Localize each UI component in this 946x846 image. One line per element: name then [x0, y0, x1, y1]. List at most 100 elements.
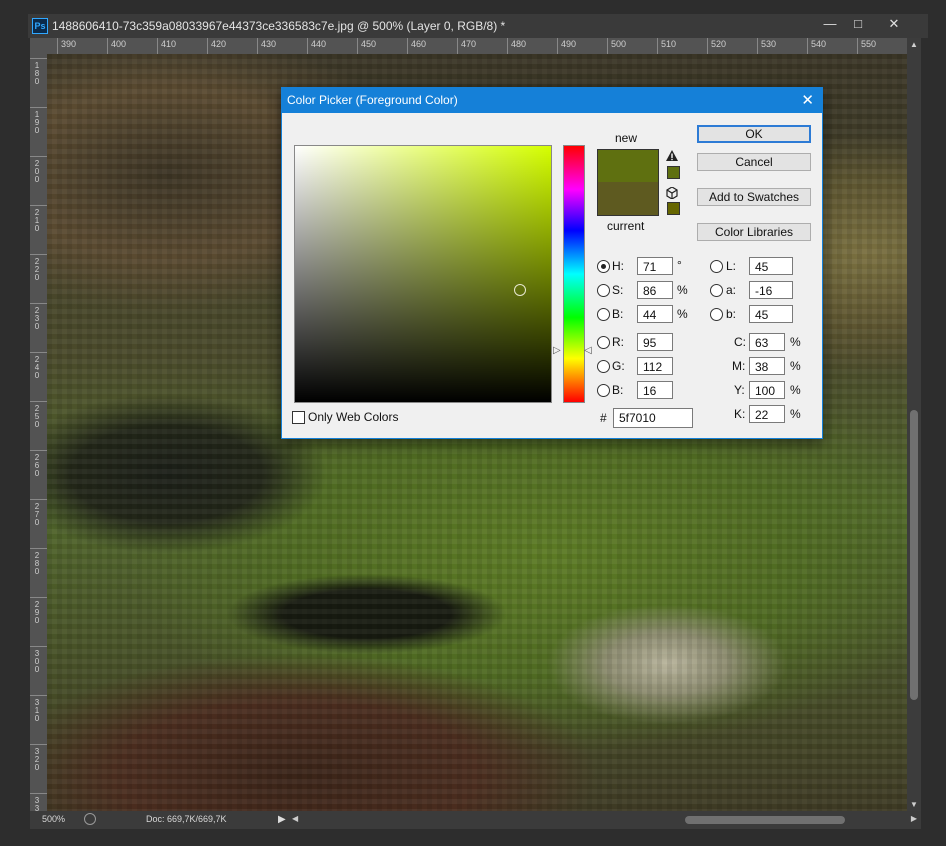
- lab-a-input[interactable]: -16: [749, 281, 793, 299]
- ruler-top-label: 490: [561, 39, 577, 49]
- ruler-top-tick: [307, 38, 308, 54]
- lab-l-input[interactable]: 45: [749, 257, 793, 275]
- ruler-top-label: 420: [211, 39, 227, 49]
- green-input[interactable]: 112: [637, 357, 673, 375]
- zoom-level[interactable]: 500%: [42, 814, 65, 824]
- ruler-top-tick: [107, 38, 108, 54]
- brightness-radio[interactable]: [597, 308, 610, 321]
- hue-radio[interactable]: [597, 260, 610, 273]
- current-color-label: current: [607, 219, 645, 233]
- ruler-top-label: 410: [161, 39, 177, 49]
- document-title: 1488606410-73c359a08033967e44373ce336583…: [52, 19, 506, 33]
- status-menu-arrow-icon[interactable]: ▶: [278, 814, 286, 825]
- horizontal-scrollbar[interactable]: ▶ ◀ ▶: [278, 811, 921, 829]
- lab-b-label: b:: [726, 307, 737, 321]
- lab-b-radio[interactable]: [710, 308, 723, 321]
- saturation-unit: %: [677, 283, 688, 297]
- hue-unit: °: [677, 258, 682, 272]
- ruler-top-label: 480: [511, 39, 527, 49]
- brightness-label: B:: [612, 307, 624, 321]
- hue-slider-left-arrow-icon[interactable]: ▷: [553, 345, 561, 356]
- horizontal-ruler[interactable]: 390 400 410 420 430 440 450 460 470 480 490 500 510 5…: [47, 38, 907, 54]
- yellow-input[interactable]: 100: [749, 381, 785, 399]
- dialog-close-icon[interactable]: ✕: [801, 91, 814, 109]
- ruler-top-label: 520: [711, 39, 727, 49]
- restore-icon[interactable]: □: [844, 14, 872, 34]
- green-radio[interactable]: [597, 360, 610, 373]
- hue-slider[interactable]: [563, 145, 585, 403]
- cyan-label: C:: [734, 335, 746, 349]
- ruler-left-tick: [30, 156, 47, 157]
- web-safe-cube-icon[interactable]: [666, 186, 678, 200]
- cyan-input[interactable]: 63: [749, 333, 785, 351]
- lab-l-radio[interactable]: [710, 260, 723, 273]
- ruler-left-tick: [30, 401, 47, 402]
- only-web-colors-checkbox[interactable]: [292, 411, 305, 424]
- hue-label: H:: [612, 259, 624, 273]
- saturation-input[interactable]: 86: [637, 281, 673, 299]
- ok-button[interactable]: OK: [697, 125, 811, 143]
- ruler-left-tick: [30, 352, 47, 353]
- ruler-top-tick: [857, 38, 858, 54]
- only-web-colors-label: Only Web Colors: [308, 410, 399, 424]
- ruler-corner[interactable]: [30, 38, 47, 54]
- add-to-swatches-button[interactable]: Add to Swatches: [697, 188, 811, 206]
- black-input[interactable]: 22: [749, 405, 785, 423]
- vertical-ruler[interactable]: 180 190 200 210 220 230 240 250 260 270 280 290 300 3…: [30, 54, 47, 811]
- hex-input[interactable]: 5f7010: [613, 408, 693, 428]
- web-safe-color-swatch[interactable]: [667, 202, 680, 215]
- gamut-color-swatch[interactable]: [667, 166, 680, 179]
- color-field-marker[interactable]: [514, 284, 526, 296]
- current-color-swatch[interactable]: [597, 182, 659, 216]
- yellow-unit: %: [790, 383, 801, 397]
- red-radio[interactable]: [597, 336, 610, 349]
- ruler-top-tick: [157, 38, 158, 54]
- ruler-left-label: 200: [34, 159, 40, 184]
- ruler-left-tick: [30, 205, 47, 206]
- red-input[interactable]: 95: [637, 333, 673, 351]
- black-label: K:: [734, 407, 746, 421]
- lab-a-radio[interactable]: [710, 284, 723, 297]
- ruler-left-tick: [30, 744, 47, 745]
- ruler-top-label: 500: [611, 39, 627, 49]
- vertical-scrollbar[interactable]: ▲ ▼: [907, 38, 921, 811]
- blue-input[interactable]: 16: [637, 381, 673, 399]
- magenta-input[interactable]: 38: [749, 357, 785, 375]
- magenta-label: M:: [732, 359, 746, 373]
- scroll-up-icon[interactable]: ▲: [910, 40, 918, 49]
- horizontal-scroll-thumb[interactable]: [685, 816, 845, 824]
- hue-input[interactable]: 71: [637, 257, 673, 275]
- ruler-top-label: 540: [811, 39, 827, 49]
- close-icon[interactable]: ✕: [880, 14, 908, 34]
- ruler-left-label: 180: [34, 61, 40, 86]
- minimize-icon[interactable]: —: [816, 14, 844, 34]
- photoshop-app-icon: Ps: [32, 18, 48, 34]
- scroll-right-icon[interactable]: ▶: [911, 814, 917, 823]
- ruler-top-tick: [757, 38, 758, 54]
- green-label: G:: [612, 359, 625, 373]
- ruler-top-label: 470: [461, 39, 477, 49]
- ruler-top-label: 550: [861, 39, 877, 49]
- status-info-icon[interactable]: [84, 813, 96, 825]
- new-color-label: new: [615, 131, 638, 145]
- color-picker-dialog: Color Picker (Foreground Color) ✕ ▷ ◁ ne…: [281, 87, 823, 439]
- lab-b-input[interactable]: 45: [749, 305, 793, 323]
- color-libraries-button[interactable]: Color Libraries: [697, 223, 811, 241]
- ruler-top-label: 390: [61, 39, 77, 49]
- scroll-left-icon[interactable]: ◀: [292, 814, 298, 823]
- scroll-down-icon[interactable]: ▼: [910, 800, 918, 809]
- ruler-left-label: 310: [34, 698, 40, 723]
- out-of-gamut-warning-icon[interactable]: [666, 149, 678, 161]
- brightness-input[interactable]: 44: [637, 305, 673, 323]
- vertical-scroll-thumb[interactable]: [910, 410, 918, 700]
- cancel-button[interactable]: Cancel: [697, 153, 811, 171]
- saturation-radio[interactable]: [597, 284, 610, 297]
- blue-radio[interactable]: [597, 384, 610, 397]
- ruler-left-tick: [30, 58, 47, 59]
- ruler-left-tick: [30, 303, 47, 304]
- color-field[interactable]: [294, 145, 552, 403]
- saturation-label: S:: [612, 283, 624, 297]
- cyan-unit: %: [790, 335, 801, 349]
- ruler-top-label: 440: [311, 39, 327, 49]
- hue-slider-right-arrow-icon[interactable]: ◁: [584, 345, 592, 356]
